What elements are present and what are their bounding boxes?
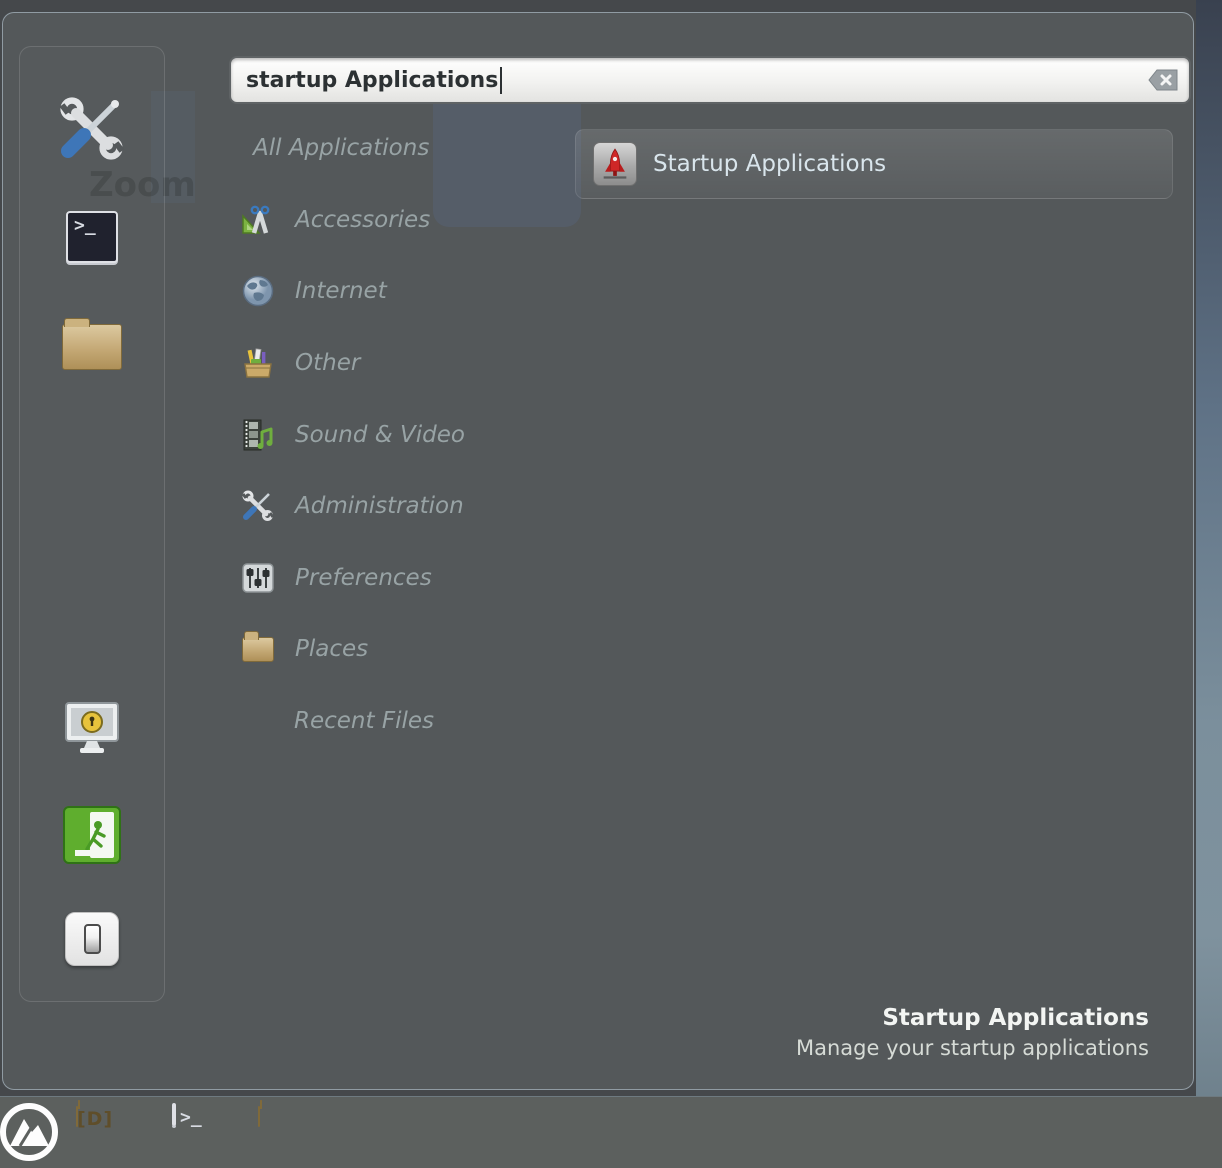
files-launcher[interactable] xyxy=(258,1107,260,1126)
lock-screen-icon xyxy=(61,700,123,762)
category-sound-video[interactable]: Sound & Video xyxy=(241,413,465,457)
taskbar: [D] >_ xyxy=(0,1096,1222,1168)
sidebar: >_ xyxy=(19,46,165,1002)
sidebar-item-files[interactable] xyxy=(54,309,130,385)
main-menu-panel: Zoom >_ xyxy=(2,12,1194,1090)
search-value: startup Applications xyxy=(246,68,498,93)
folder-icon xyxy=(241,632,275,666)
sidebar-item-shutdown[interactable] xyxy=(54,901,130,977)
category-recent-files[interactable]: Recent Files xyxy=(241,699,434,743)
clear-search-icon[interactable] xyxy=(1147,68,1179,92)
power-switch-icon xyxy=(65,912,119,966)
logout-icon xyxy=(63,806,121,868)
folder-icon xyxy=(62,324,122,370)
filmstrip-note-icon xyxy=(241,418,275,452)
category-preferences[interactable]: Preferences xyxy=(241,556,432,600)
folder-icon xyxy=(258,1106,260,1127)
sliders-icon xyxy=(241,561,275,595)
ghost-window-artifact xyxy=(433,87,581,227)
rocket-icon xyxy=(593,142,637,186)
tools-icon xyxy=(241,489,275,523)
category-internet[interactable]: Internet xyxy=(241,269,387,313)
search-input[interactable]: startup Applications xyxy=(229,56,1191,104)
show-desktop-button[interactable]: [D] xyxy=(76,1107,78,1126)
text-caret xyxy=(500,67,502,94)
terminal-icon: >_ xyxy=(66,211,118,263)
selection-description: Manage your startup applications xyxy=(796,1036,1149,1060)
accessories-icon xyxy=(241,203,275,237)
category-other[interactable]: Other xyxy=(241,341,360,385)
tools-icon xyxy=(58,95,126,167)
globe-icon xyxy=(241,274,275,308)
sidebar-item-terminal[interactable]: >_ xyxy=(54,199,130,275)
category-all-applications[interactable]: All Applications xyxy=(241,126,429,170)
selection-title: Startup Applications xyxy=(796,1005,1149,1031)
category-places[interactable]: Places xyxy=(241,627,368,671)
terminal-icon: >_ xyxy=(172,1103,176,1126)
toolbox-icon xyxy=(241,346,275,380)
desktop-folder-icon: [D] xyxy=(76,1106,78,1127)
category-administration[interactable]: Administration xyxy=(241,484,464,528)
sidebar-item-lock-screen[interactable] xyxy=(54,693,130,769)
sidebar-item-system-tools[interactable] xyxy=(54,93,130,169)
mint-logo-icon xyxy=(0,1149,60,1168)
menu-button[interactable] xyxy=(0,1102,60,1164)
sidebar-item-logout[interactable] xyxy=(54,799,130,875)
category-accessories[interactable]: Accessories xyxy=(241,198,430,242)
selection-info: Startup Applications Manage your startup… xyxy=(796,1005,1149,1060)
result-startup-applications[interactable]: Startup Applications xyxy=(575,129,1173,199)
terminal-launcher[interactable]: >_ xyxy=(172,1105,176,1124)
